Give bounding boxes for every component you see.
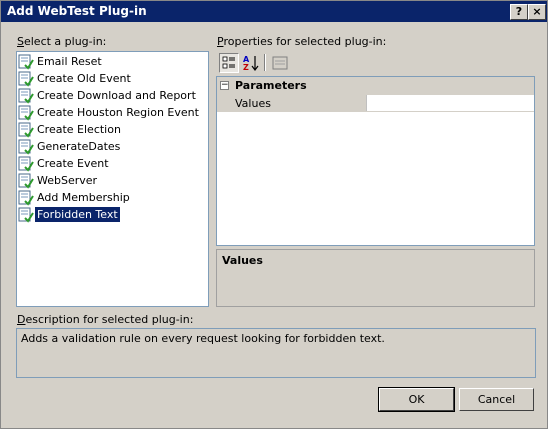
plugin-item-label: Email Reset (37, 55, 102, 68)
categorized-view-button[interactable] (219, 53, 239, 73)
webtest-plugin-icon (18, 173, 34, 189)
svg-text:Z: Z (243, 63, 249, 72)
plugin-item-label: Create Download and Report (37, 89, 196, 102)
property-row-values[interactable]: Values (217, 95, 534, 112)
plugin-list-item[interactable]: Add Membership (18, 189, 132, 206)
alphabetical-sort-button[interactable]: A Z (241, 53, 261, 73)
property-name: Values (235, 97, 271, 110)
plugin-item-label: Create Election (37, 123, 121, 136)
select-plugin-label: Select a plug-in: (17, 35, 107, 48)
description-label: Description for selected plug-in: (17, 313, 194, 326)
plugin-item-label: Forbidden Text (35, 207, 120, 222)
category-label: Parameters (235, 79, 307, 92)
plugin-list-item[interactable]: Email Reset (18, 53, 104, 70)
plugin-listbox[interactable]: Email Reset Create Old Event Create Downlo… (16, 51, 209, 307)
webtest-plugin-icon (18, 190, 34, 206)
add-webtest-plugin-dialog: Add WebTest Plug-in ? × Select a plug-in… (0, 0, 548, 429)
collapse-icon[interactable]: − (220, 81, 229, 90)
ok-button[interactable]: OK (378, 387, 455, 412)
plugin-list-item[interactable]: Create Election (18, 121, 123, 138)
webtest-plugin-icon (18, 122, 34, 138)
description-text: Adds a validation rule on every request … (21, 332, 385, 345)
properties-label: Properties for selected plug-in: (217, 35, 387, 48)
plugin-list-item[interactable]: Create Event (18, 155, 111, 172)
cancel-button[interactable]: Cancel (459, 388, 534, 411)
property-grid[interactable]: − Parameters Values (216, 76, 535, 246)
property-name-cell: Values (231, 95, 367, 111)
plugin-item-label: WebServer (37, 174, 98, 187)
plugin-item-label: Create Houston Region Event (37, 106, 199, 119)
plugin-list-item[interactable]: GenerateDates (18, 138, 122, 155)
plugin-list-item[interactable]: Forbidden Text (18, 206, 120, 223)
plugin-item-label: GenerateDates (37, 140, 121, 153)
plugin-list-item[interactable]: WebServer (18, 172, 99, 189)
plugin-list-item[interactable]: Create Houston Region Event (18, 104, 201, 121)
row-gutter (217, 95, 231, 112)
property-value-cell[interactable] (368, 95, 534, 111)
plugin-item-label: Create Event (37, 157, 109, 170)
window-title: Add WebTest Plug-in (7, 4, 147, 18)
title-bar: Add WebTest Plug-in ? × (1, 1, 547, 22)
webtest-plugin-icon (18, 88, 34, 104)
plugin-item-label: Create Old Event (37, 72, 131, 85)
plugin-list-item[interactable]: Create Old Event (18, 70, 133, 87)
plugin-list-item[interactable]: Create Download and Report (18, 87, 198, 104)
categorized-icon (222, 56, 235, 69)
plugin-item-label: Add Membership (37, 191, 130, 204)
description-box: Adds a validation rule on every request … (16, 328, 536, 378)
property-grid-toolbar: A Z (216, 51, 296, 73)
toolbar-separator (264, 54, 266, 71)
close-button[interactable]: × (528, 4, 546, 20)
help-title: Values (222, 254, 263, 267)
webtest-plugin-icon (18, 54, 34, 70)
property-pages-button[interactable] (270, 53, 290, 73)
help-button[interactable]: ? (510, 4, 528, 20)
sort-az-icon: A Z (243, 55, 259, 72)
webtest-plugin-icon (18, 71, 34, 87)
webtest-plugin-icon (18, 139, 34, 155)
property-help-panel: Values (216, 249, 535, 307)
webtest-plugin-icon (18, 156, 34, 172)
webtest-plugin-icon (18, 207, 34, 223)
category-parameters[interactable]: − Parameters (217, 77, 534, 95)
webtest-plugin-icon (18, 105, 34, 121)
property-pages-icon (272, 56, 288, 70)
